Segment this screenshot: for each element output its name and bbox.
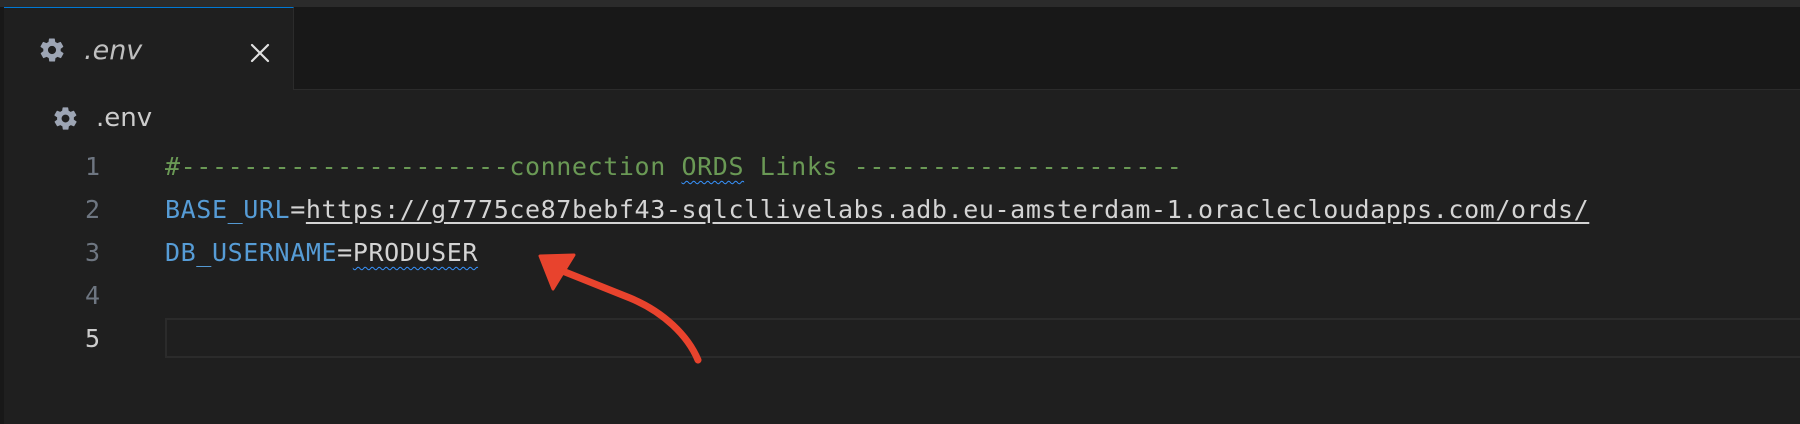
line-number: 2 bbox=[84, 195, 100, 224]
line-content[interactable]: DB_USERNAME=PRODUSER bbox=[165, 231, 478, 274]
line-number: 4 bbox=[84, 281, 100, 310]
tab-label: .env bbox=[84, 35, 143, 66]
equals-sign: = bbox=[337, 238, 353, 267]
line-content[interactable]: BASE_URL=https://g7775ce87bebf43-sqlclli… bbox=[165, 188, 1589, 231]
comment-text: #---------------------connection bbox=[165, 152, 682, 181]
code-line-1[interactable]: 1 #---------------------connection ORDS … bbox=[0, 145, 1800, 188]
comment-text: Links --------------------- bbox=[744, 152, 1183, 181]
code-line-5[interactable]: 5 bbox=[0, 317, 1800, 360]
spelling-flagged-word: ORDS bbox=[681, 152, 745, 181]
close-icon[interactable] bbox=[248, 41, 272, 65]
code-editor[interactable]: 1 #---------------------connection ORDS … bbox=[0, 145, 1800, 424]
env-key: BASE_URL bbox=[165, 195, 291, 224]
code-line-4[interactable]: 4 bbox=[0, 274, 1800, 317]
line-number-active: 5 bbox=[84, 324, 100, 353]
tab-env[interactable]: .env bbox=[4, 7, 294, 90]
line-number: 1 bbox=[84, 152, 100, 181]
line-content[interactable]: #---------------------connection ORDS Li… bbox=[165, 145, 1182, 188]
env-key: DB_USERNAME bbox=[165, 238, 338, 267]
window-top-border bbox=[0, 0, 1800, 7]
gear-icon bbox=[40, 38, 64, 62]
env-value: PRODUSER bbox=[352, 238, 479, 267]
gear-icon bbox=[54, 107, 77, 130]
code-line-3[interactable]: 3 DB_USERNAME=PRODUSER bbox=[0, 231, 1800, 274]
breadcrumb-file-label: .env bbox=[96, 103, 153, 133]
code-line-2[interactable]: 2 BASE_URL=https://g7775ce87bebf43-sqlcl… bbox=[0, 188, 1800, 231]
editor-tab-bar: .env bbox=[4, 7, 1800, 90]
line-number: 3 bbox=[84, 238, 100, 267]
url-link[interactable]: https://g7775ce87bebf43-sqlcllivelabs.ad… bbox=[306, 195, 1589, 224]
equals-sign: = bbox=[290, 195, 306, 224]
